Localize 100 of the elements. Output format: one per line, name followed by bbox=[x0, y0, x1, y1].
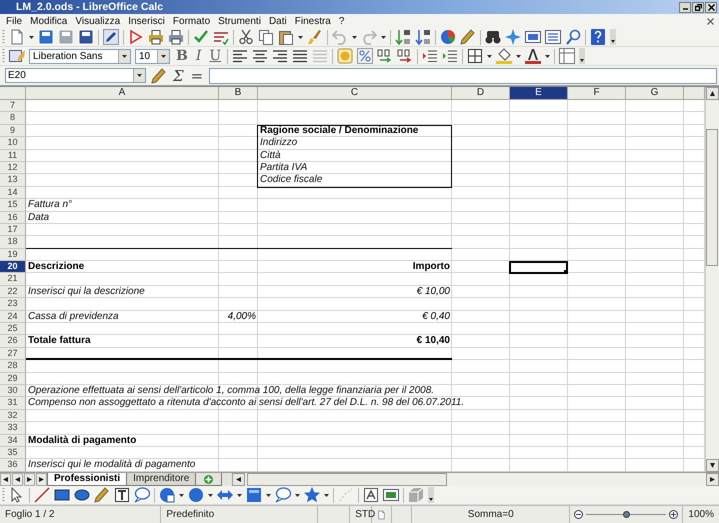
more-options-icon[interactable] bbox=[610, 29, 616, 45]
paste-icon[interactable] bbox=[278, 29, 294, 45]
print-icon[interactable] bbox=[168, 29, 184, 45]
row-header[interactable]: 22 bbox=[0, 286, 26, 298]
column-header[interactable]: F bbox=[568, 87, 626, 100]
menu-item[interactable]: ? bbox=[334, 16, 348, 26]
dropdown-button[interactable] bbox=[118, 50, 130, 62]
sheet-tab[interactable]: Imprenditore bbox=[126, 473, 196, 486]
first-sheet-button[interactable] bbox=[0, 473, 11, 486]
ellipse-icon[interactable] bbox=[74, 487, 90, 503]
caret-icon[interactable] bbox=[324, 494, 329, 496]
row-header[interactable]: 29 bbox=[0, 372, 26, 385]
row-header[interactable]: 18 bbox=[0, 236, 26, 249]
menu-item[interactable]: Modifica bbox=[26, 16, 72, 26]
decrease-indent-icon[interactable] bbox=[422, 48, 438, 64]
menu-item[interactable]: Dati bbox=[264, 16, 291, 26]
menu-item[interactable]: Visualizza bbox=[71, 16, 124, 26]
binoculars-icon[interactable] bbox=[485, 29, 501, 45]
printer-icon[interactable] bbox=[148, 29, 164, 45]
styles-icon[interactable] bbox=[9, 48, 25, 64]
more-options-icon[interactable] bbox=[428, 487, 434, 503]
column-header[interactable]: E bbox=[510, 87, 568, 100]
row-header[interactable]: 17 bbox=[0, 224, 26, 236]
row-header[interactable]: 32 bbox=[0, 410, 26, 422]
row-header[interactable]: 26 bbox=[0, 335, 26, 348]
toolbar-handle-icon[interactable] bbox=[2, 487, 5, 503]
previous-sheet-button[interactable] bbox=[12, 473, 23, 486]
percent-icon[interactable] bbox=[357, 48, 374, 64]
caret-icon[interactable] bbox=[29, 36, 34, 38]
row-header[interactable]: 36 bbox=[0, 459, 26, 472]
document-icon[interactable] bbox=[78, 29, 94, 45]
row-header[interactable]: 25 bbox=[0, 323, 26, 336]
fontwork-icon[interactable] bbox=[363, 487, 379, 503]
circle-icon[interactable] bbox=[188, 487, 204, 503]
scrollbar-thumb[interactable] bbox=[247, 473, 448, 486]
list-icon[interactable] bbox=[545, 29, 561, 45]
menu-item[interactable]: Formato bbox=[168, 16, 214, 26]
row-header[interactable]: 31 bbox=[0, 397, 26, 410]
row-header[interactable]: 21 bbox=[0, 273, 26, 286]
chart-icon[interactable] bbox=[440, 29, 456, 45]
scroll-right-button[interactable] bbox=[706, 473, 719, 486]
row-header[interactable]: 11 bbox=[0, 150, 26, 162]
caret-icon[interactable] bbox=[137, 74, 142, 77]
row-header[interactable]: 8 bbox=[0, 112, 26, 125]
row-header[interactable]: 13 bbox=[0, 174, 26, 187]
font-size-field[interactable]: 10 bbox=[135, 48, 170, 64]
formula-input[interactable] bbox=[209, 68, 717, 84]
italic-button[interactable]: I bbox=[194, 48, 204, 64]
row-header[interactable]: 33 bbox=[0, 422, 26, 435]
caret-icon[interactable] bbox=[352, 36, 357, 38]
increase-indent-icon[interactable] bbox=[442, 48, 458, 64]
callouts-icon[interactable] bbox=[275, 487, 291, 503]
align-center-icon[interactable] bbox=[252, 48, 268, 64]
caret-icon[interactable] bbox=[122, 54, 127, 58]
caret-icon[interactable] bbox=[237, 494, 242, 496]
row-header[interactable]: 15 bbox=[0, 199, 26, 212]
menu-item[interactable]: Strumenti bbox=[214, 16, 265, 26]
line-icon[interactable] bbox=[34, 487, 50, 503]
next-sheet-button[interactable] bbox=[24, 473, 35, 486]
row-header[interactable]: 7 bbox=[0, 100, 26, 112]
row-header[interactable]: 16 bbox=[0, 212, 26, 224]
dropdown-button[interactable] bbox=[157, 50, 169, 62]
cut-icon[interactable] bbox=[238, 29, 254, 45]
column-header[interactable]: A bbox=[26, 87, 219, 100]
help-icon[interactable] bbox=[590, 29, 606, 45]
caret-icon[interactable] bbox=[179, 494, 184, 496]
name-box[interactable]: E20 bbox=[5, 68, 146, 83]
row-header[interactable]: 28 bbox=[0, 360, 26, 373]
toolbar-handle-icon[interactable] bbox=[2, 29, 5, 45]
column-header[interactable]: C bbox=[258, 87, 452, 100]
pencil-icon[interactable] bbox=[460, 29, 476, 45]
rectangle-icon[interactable] bbox=[54, 487, 70, 503]
scroll-up-button[interactable] bbox=[706, 87, 719, 100]
scroll-left-button[interactable] bbox=[232, 473, 246, 486]
merge-cells-icon[interactable] bbox=[312, 48, 328, 64]
menu-item[interactable]: Inserisci bbox=[124, 16, 169, 26]
row-header[interactable]: 35 bbox=[0, 446, 26, 460]
sheet-tab[interactable]: Professionisti bbox=[47, 473, 128, 486]
more-options-icon[interactable] bbox=[579, 48, 586, 64]
caret-icon[interactable] bbox=[266, 494, 271, 496]
row-header[interactable]: 34 bbox=[0, 434, 26, 447]
row-header[interactable]: 30 bbox=[0, 384, 26, 398]
font-color-icon[interactable] bbox=[525, 48, 542, 64]
sum-button[interactable]: Σ bbox=[172, 68, 185, 84]
function-button[interactable]: = bbox=[190, 68, 204, 84]
scroll-down-button[interactable] bbox=[706, 459, 719, 472]
image-icon[interactable] bbox=[383, 487, 399, 503]
sort-descending-icon[interactable] bbox=[415, 29, 431, 45]
row-header[interactable]: 9 bbox=[0, 124, 26, 138]
minimize-button[interactable] bbox=[679, 2, 691, 12]
caret-icon[interactable] bbox=[381, 36, 386, 38]
add-decimal-icon[interactable] bbox=[377, 48, 394, 64]
menu-item[interactable]: Finestra bbox=[290, 16, 335, 26]
copy-icon[interactable] bbox=[258, 29, 274, 45]
row-header[interactable]: 20 bbox=[0, 261, 26, 274]
caret-icon[interactable] bbox=[487, 54, 492, 58]
close-button[interactable] bbox=[705, 2, 717, 12]
caret-icon[interactable] bbox=[298, 36, 303, 38]
new-document-icon[interactable] bbox=[9, 29, 25, 45]
save-icon[interactable] bbox=[38, 29, 54, 45]
